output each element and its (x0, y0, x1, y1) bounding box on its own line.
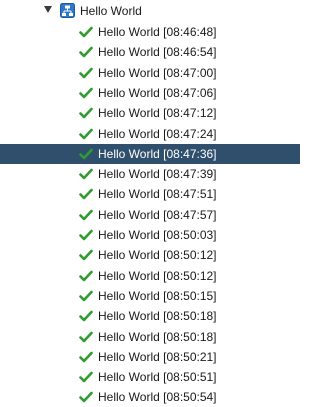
tree-item[interactable]: Hello World [08:47:06] (0, 83, 300, 103)
tree-item[interactable]: Hello World [08:47:00] (0, 63, 300, 83)
tree-item[interactable]: Hello World [08:47:12] (0, 103, 300, 123)
tree-item-label: Hello World [08:50:18] (98, 309, 217, 323)
tree-item-label: Hello World [08:47:06] (98, 86, 217, 100)
tree-item-label: Hello World [08:47:36] (98, 147, 217, 161)
tree-item[interactable]: Hello World [08:50:15] (0, 286, 300, 306)
tree-item-label: Hello World [08:47:24] (98, 127, 217, 141)
tree-item[interactable]: Hello World [08:50:12] (0, 245, 300, 265)
tree-item-label: Hello World [08:50:12] (98, 248, 217, 262)
check-icon (79, 107, 93, 119)
network-node-icon (60, 3, 75, 18)
check-icon (79, 188, 93, 200)
tree-item[interactable]: Hello World [08:46:54] (0, 42, 300, 62)
tree-item[interactable]: Hello World [08:50:03] (0, 225, 300, 245)
check-icon (79, 249, 93, 261)
tree-item[interactable]: Hello World [08:47:39] (0, 164, 300, 184)
check-icon (79, 209, 93, 221)
check-icon (79, 87, 93, 99)
tree-item-label: Hello World [08:46:54] (98, 45, 217, 59)
tree-item-label: Hello World [08:47:39] (98, 167, 217, 181)
tree-item-label: Hello World [08:47:00] (98, 66, 217, 80)
tree-item-label: Hello World [08:47:57] (98, 208, 217, 222)
check-icon (79, 168, 93, 180)
tree-item-label: Hello World [08:50:18] (98, 330, 217, 344)
check-icon (79, 46, 93, 58)
check-icon (79, 67, 93, 79)
tree-root-label: Hello World (80, 4, 142, 18)
tree-item-label: Hello World [08:50:51] (98, 370, 217, 384)
tree-item[interactable]: Hello World [08:50:18] (0, 306, 300, 326)
tree-item-label: Hello World [08:50:54] (98, 390, 217, 404)
tree-item-label: Hello World [08:47:12] (98, 106, 217, 120)
tree-item[interactable]: Hello World [08:50:54] (0, 387, 300, 407)
check-icon (79, 148, 93, 160)
tree-item[interactable]: Hello World [08:47:24] (0, 124, 300, 144)
tree-item-label: Hello World [08:50:21] (98, 350, 217, 364)
tree-item[interactable]: Hello World [08:50:21] (0, 347, 300, 367)
check-icon (79, 310, 93, 322)
check-icon (79, 128, 93, 140)
check-icon (79, 391, 93, 403)
tree-item[interactable]: Hello World [08:50:51] (0, 367, 300, 387)
check-icon (79, 229, 93, 241)
check-icon (79, 290, 93, 302)
tree-item[interactable]: Hello World [08:46:48] (0, 22, 300, 42)
tree-item-label: Hello World [08:50:15] (98, 289, 217, 303)
check-icon (79, 270, 93, 282)
tree-item-label: Hello World [08:46:48] (98, 25, 217, 39)
tree-item[interactable]: Hello World [08:47:57] (0, 205, 300, 225)
tree-item-label: Hello World [08:47:51] (98, 187, 217, 201)
check-icon (79, 26, 93, 38)
check-icon (79, 371, 93, 383)
check-icon (79, 331, 93, 343)
tree-root-row[interactable]: Hello World (0, 1, 300, 21)
tree-item[interactable]: Hello World [08:47:36] (0, 144, 300, 164)
check-icon (79, 351, 93, 363)
tree-item[interactable]: Hello World [08:50:18] (0, 327, 300, 347)
expand-triangle-icon[interactable] (44, 6, 52, 13)
tree-item-label: Hello World [08:50:03] (98, 228, 217, 242)
tree-item[interactable]: Hello World [08:47:51] (0, 184, 300, 204)
tree-item[interactable]: Hello World [08:50:12] (0, 266, 300, 286)
tree-item-label: Hello World [08:50:12] (98, 269, 217, 283)
